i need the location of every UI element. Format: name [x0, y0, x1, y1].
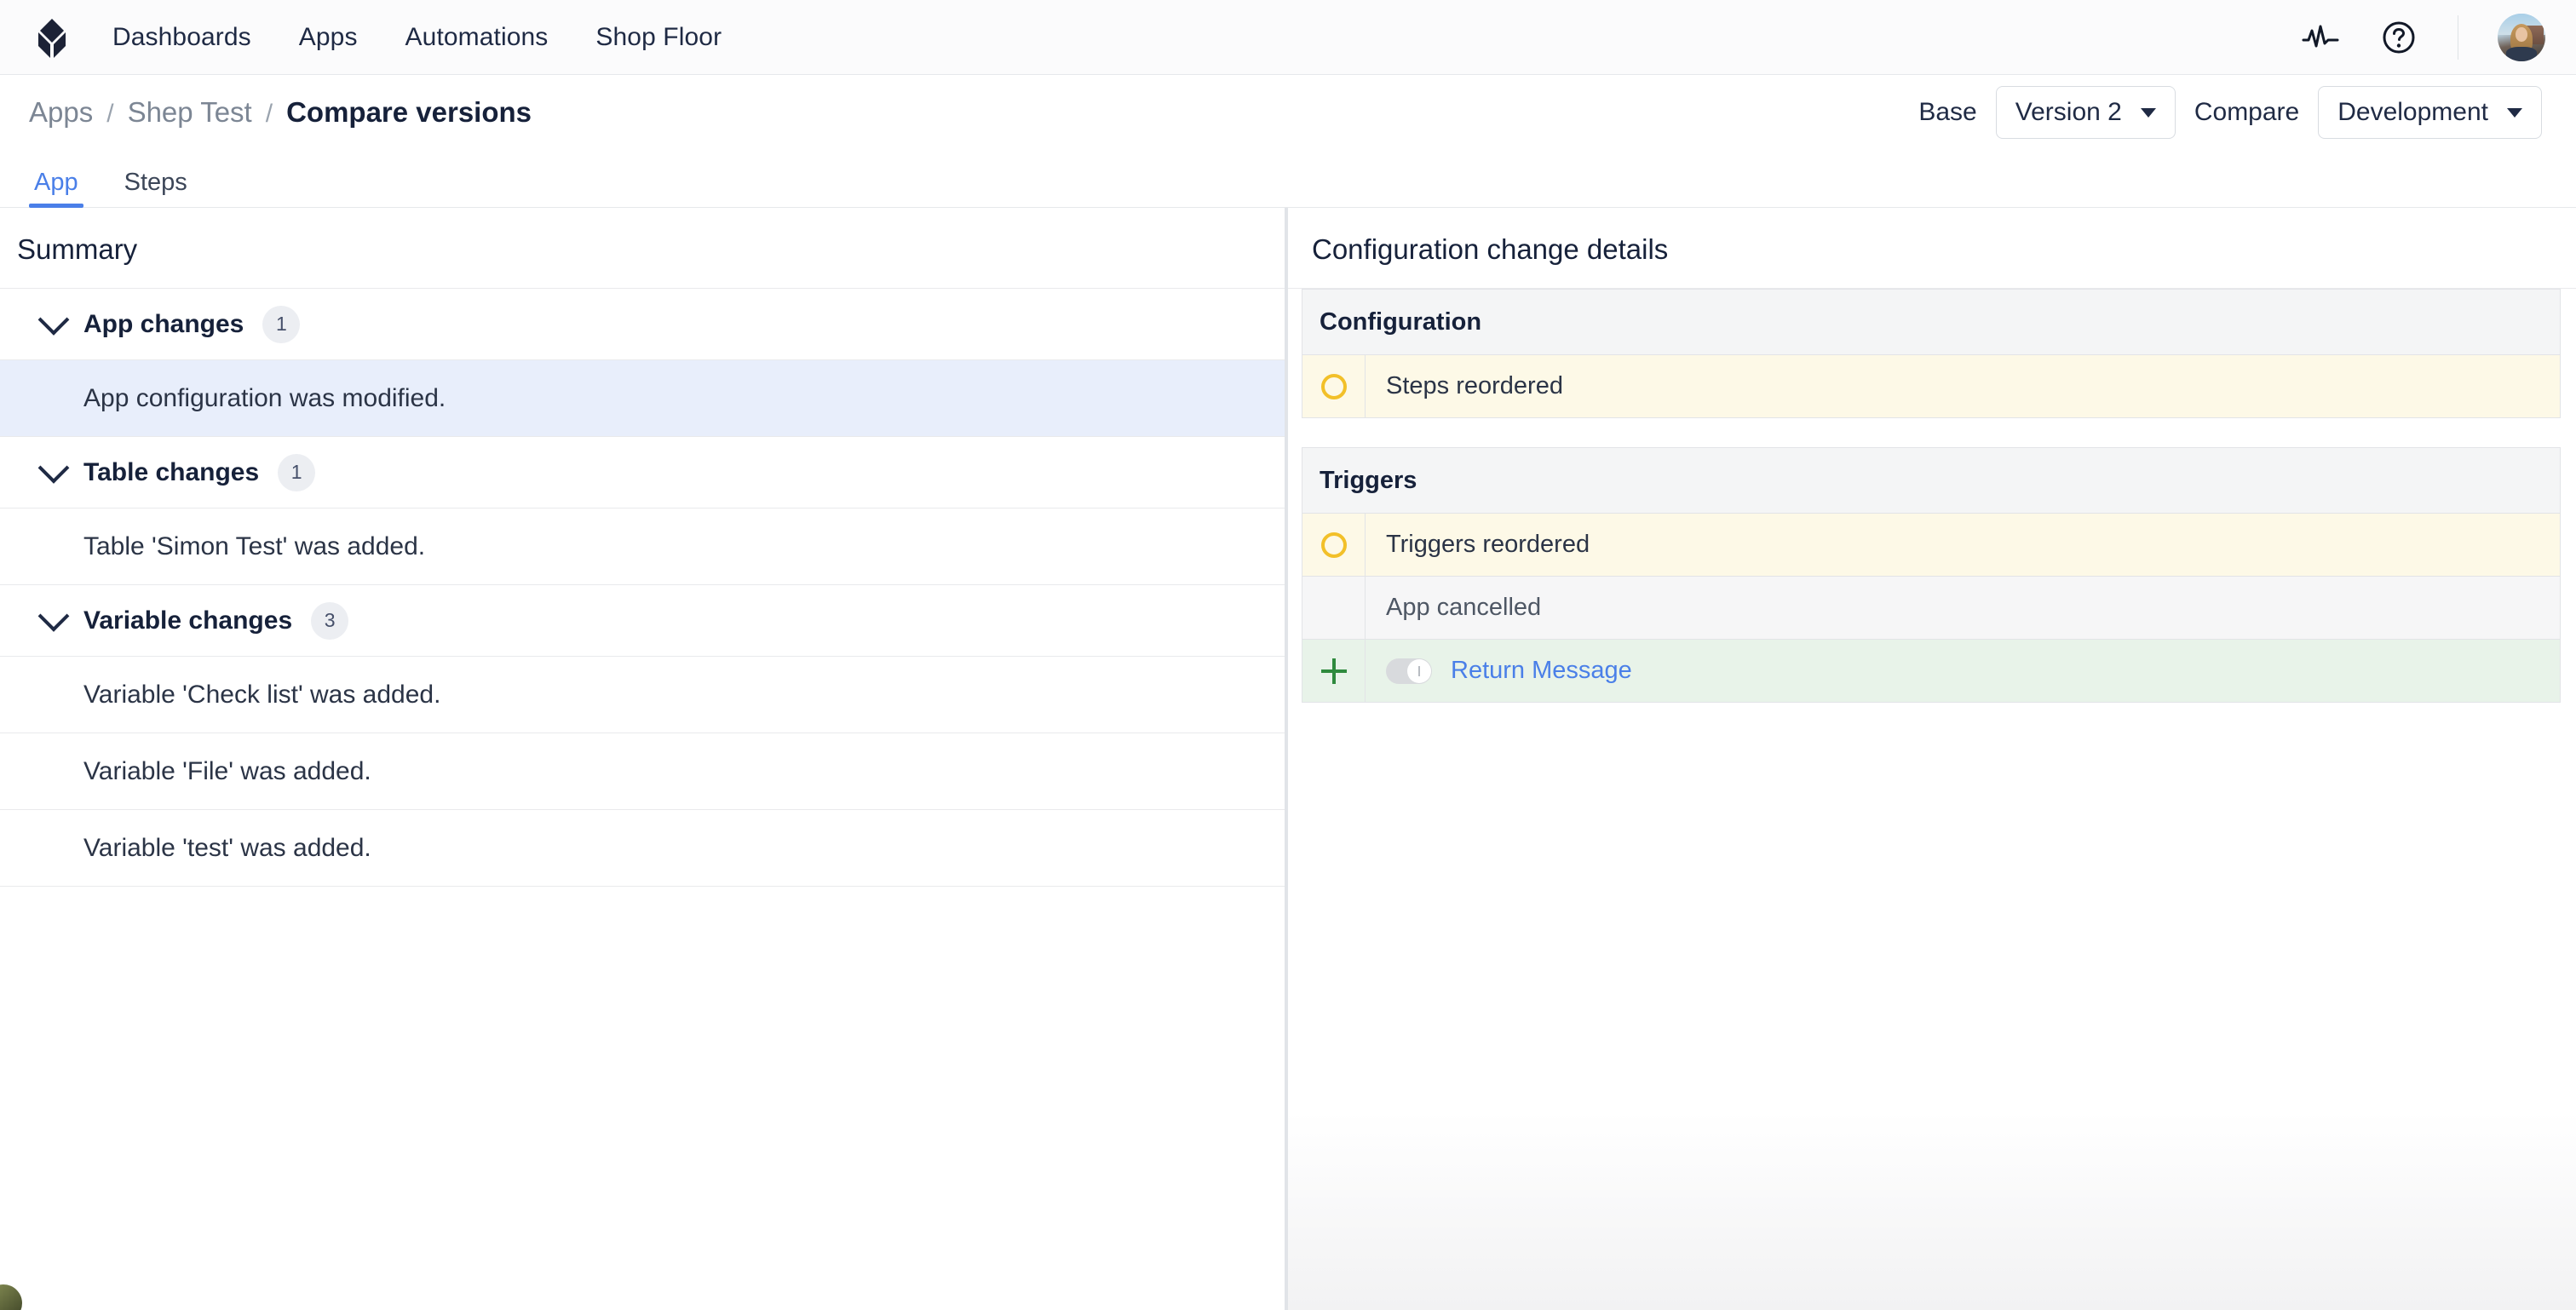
detail-row-return-message[interactable]: Return Message: [1302, 640, 2561, 703]
summary-group-table-changes[interactable]: Table changes 1: [0, 437, 1285, 508]
summary-pane: Summary App changes 1 App configuration …: [0, 208, 1285, 1310]
row-status-gutter: [1302, 355, 1366, 417]
tab-bar: App Steps: [0, 150, 2576, 208]
summary-change-list: App changes 1 App configuration was modi…: [0, 288, 1285, 887]
base-version-select[interactable]: Version 2: [1995, 86, 2176, 139]
nav-right-cluster: [2301, 13, 2545, 61]
breadcrumb-item-apps[interactable]: Apps: [29, 96, 93, 129]
summary-item-app-config-modified[interactable]: App configuration was modified.: [0, 360, 1285, 437]
user-avatar[interactable]: [2498, 13, 2545, 61]
summary-group-label: App changes: [83, 309, 244, 338]
nav-link-apps[interactable]: Apps: [299, 23, 358, 52]
summary-group-count: 1: [262, 305, 301, 343]
summary-item-variable-test[interactable]: Variable 'test' was added.: [0, 810, 1285, 887]
chevron-down-icon: [2507, 107, 2522, 118]
summary-item-variable-file[interactable]: Variable 'File' was added.: [0, 733, 1285, 810]
summary-group-label: Table changes: [83, 457, 260, 486]
row-status-gutter: [1302, 514, 1366, 576]
activity-pulse-icon[interactable]: [2301, 18, 2340, 57]
summary-group-count: 3: [311, 601, 349, 640]
modified-ring-icon: [1320, 373, 1347, 399]
summary-group-label: Variable changes: [83, 606, 293, 635]
row-status-gutter: [1302, 577, 1366, 639]
compare-label: Compare: [2194, 98, 2300, 126]
detail-row-label[interactable]: Return Message: [1451, 657, 1632, 685]
compare-version-value: Development: [2337, 98, 2488, 126]
detail-row-label: App cancelled: [1386, 594, 1542, 621]
details-heading: Configuration change details: [1312, 233, 1669, 265]
top-navigation-bar: Dashboards Apps Automations Shop Floor: [0, 0, 2576, 75]
section-header-configuration: Configuration: [1302, 289, 2561, 355]
compare-version-select[interactable]: Development: [2318, 86, 2542, 139]
configuration-change-table: Configuration Steps reordered Triggers T…: [1288, 288, 2576, 703]
chevron-down-icon: [2140, 107, 2156, 118]
summary-item-table-added[interactable]: Table 'Simon Test' was added.: [0, 508, 1285, 585]
breadcrumb-bar: Apps / Shep Test / Compare versions Base…: [0, 75, 2576, 150]
summary-heading: Summary: [17, 233, 138, 265]
chevron-down-icon: [37, 451, 70, 484]
version-compare-controls: Base Version 2 Compare Development: [1918, 86, 2542, 139]
summary-group-app-changes[interactable]: App changes 1: [0, 289, 1285, 360]
detail-row-label: Triggers reordered: [1386, 531, 1590, 558]
details-pane: Configuration change details Configurati…: [1288, 208, 2576, 1310]
chevron-down-icon: [37, 600, 70, 632]
nav-link-dashboards[interactable]: Dashboards: [112, 23, 251, 52]
help-circle-icon[interactable]: [2379, 18, 2418, 57]
detail-row-app-cancelled[interactable]: App cancelled: [1302, 577, 2561, 640]
nav-link-shop-floor[interactable]: Shop Floor: [595, 23, 722, 52]
base-version-value: Version 2: [2015, 98, 2122, 126]
breadcrumb-item-shep-test[interactable]: Shep Test: [128, 96, 252, 129]
breadcrumb-separator: /: [265, 100, 273, 128]
tulip-cube-logo-icon[interactable]: [29, 14, 75, 60]
plus-icon: [1320, 658, 1347, 684]
row-status-gutter: [1302, 640, 1366, 702]
detail-row-label: Steps reordered: [1386, 372, 1563, 399]
trigger-enabled-toggle[interactable]: [1386, 658, 1432, 684]
detail-row-steps-reordered[interactable]: Steps reordered: [1302, 355, 2561, 418]
detail-row-triggers-reordered[interactable]: Triggers reordered: [1302, 514, 2561, 577]
tab-app[interactable]: App: [29, 169, 83, 208]
summary-item-variable-check-list[interactable]: Variable 'Check list' was added.: [0, 657, 1285, 733]
primary-nav-links: Dashboards Apps Automations Shop Floor: [112, 23, 722, 52]
summary-group-variable-changes[interactable]: Variable changes 3: [0, 585, 1285, 657]
page-title: Compare versions: [286, 96, 532, 128]
nav-link-automations[interactable]: Automations: [405, 23, 549, 52]
tab-steps[interactable]: Steps: [119, 169, 193, 207]
breadcrumb-separator: /: [106, 100, 114, 128]
corner-artifact: [0, 1284, 22, 1310]
main-content: Summary App changes 1 App configuration …: [0, 208, 2576, 1310]
section-header-triggers: Triggers: [1302, 447, 2561, 514]
summary-group-count: 1: [278, 453, 316, 491]
breadcrumb: Apps / Shep Test / Compare versions: [29, 96, 532, 129]
base-label: Base: [1918, 98, 1977, 126]
chevron-down-icon: [37, 303, 70, 336]
modified-ring-icon: [1320, 531, 1347, 558]
detail-row-body: Return Message: [1366, 657, 1632, 685]
